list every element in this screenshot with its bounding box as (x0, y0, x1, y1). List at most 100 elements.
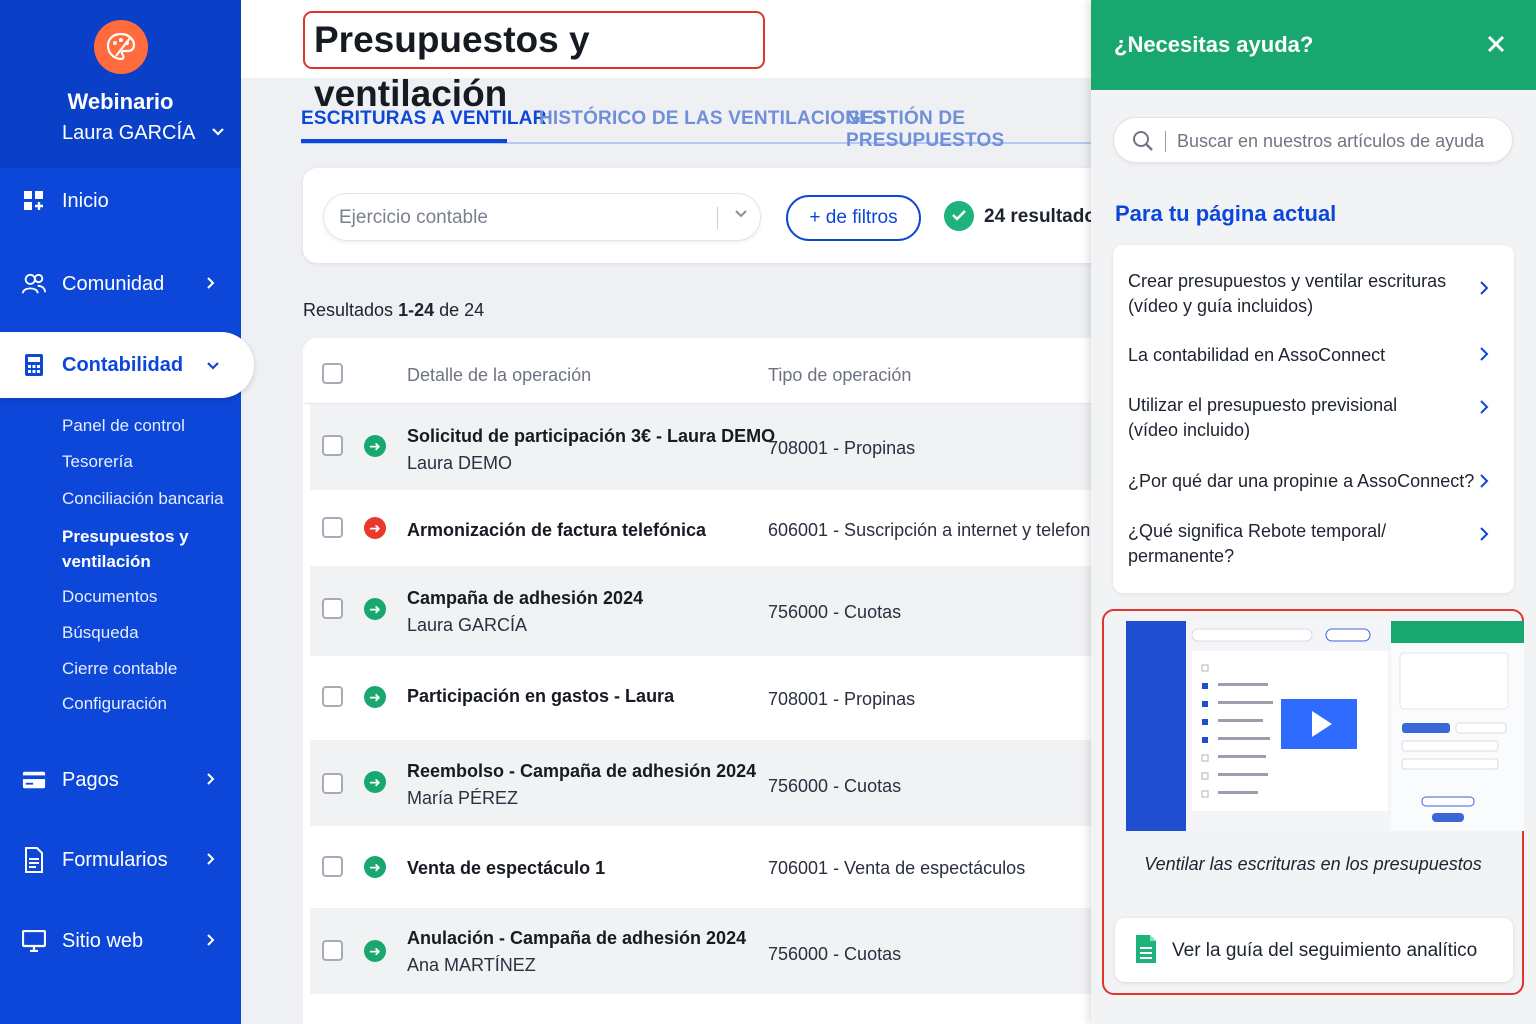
operations-table: Detalle de la operación Tipo de operació… (303, 338, 1091, 1024)
table-row[interactable]: ➜ Anulación - Campaña de adhesión 2024 A… (310, 908, 1091, 994)
income-arrow-icon: ➜ (364, 771, 386, 793)
help-header: ¿Necesitas ayuda? (1091, 0, 1536, 90)
sidebar-item-comunidad[interactable]: Comunidad (0, 251, 241, 317)
help-article-link[interactable]: Utilizar el presupuesto previsional (víd… (1128, 393, 1488, 443)
income-arrow-icon: ➜ (364, 940, 386, 962)
fiscal-year-select[interactable]: Ejercicio contable (323, 193, 761, 241)
article-line1: Crear presupuestos y ventilar escrituras (1128, 271, 1447, 291)
income-arrow-icon: ➜ (364, 598, 386, 620)
article-line1: ¿Qué significa Rebote temporal/ (1128, 521, 1387, 541)
row-checkbox[interactable] (322, 773, 343, 794)
chevron-right-icon[interactable] (1479, 526, 1489, 547)
chevron-down-icon[interactable] (211, 124, 225, 142)
income-arrow-icon: ➜ (364, 435, 386, 457)
chevron-right-icon (206, 274, 216, 295)
article-line2: permanente? (1128, 546, 1235, 566)
chevron-right-icon[interactable] (1479, 280, 1489, 301)
table-row[interactable]: ➜ Campaña de adhesión 2024 Laura GARCÍA … (310, 566, 1091, 656)
sidebar-item-sitio-web[interactable]: Sitio web (0, 908, 241, 974)
sidebar-item-contabilidad[interactable]: Contabilidad (0, 332, 254, 398)
select-all-checkbox[interactable] (322, 363, 343, 384)
column-header-detalle[interactable]: Detalle de la operación (407, 365, 591, 386)
fiscal-year-placeholder: Ejercicio contable (339, 207, 488, 228)
chevron-right-icon[interactable] (1479, 399, 1489, 420)
tab-gestion-presupuestos[interactable]: GESTIÓN DE PRESUPUESTOS (846, 108, 1091, 152)
spreadsheet-icon (1135, 934, 1157, 969)
subnav-conciliacion-bancaria[interactable]: Conciliación bancaria (62, 489, 224, 509)
help-search-input[interactable]: Buscar en nuestros artículos de ayuda (1113, 117, 1513, 163)
close-icon[interactable] (1487, 30, 1505, 58)
more-filters-button[interactable]: + de filtros (786, 195, 921, 241)
table-header: Detalle de la operación Tipo de operació… (303, 338, 1091, 404)
sidebar-header[interactable]: Webinario Laura GARCÍA (0, 0, 241, 168)
check-circle-icon (944, 201, 974, 231)
column-header-tipo[interactable]: Tipo de operación (768, 365, 911, 386)
help-panel: ¿Necesitas ayuda? Buscar en nuestros art… (1091, 0, 1536, 1024)
help-section-title: Para tu página actual (1115, 201, 1337, 226)
help-article-link[interactable]: Crear presupuestos y ventilar escrituras… (1128, 269, 1488, 319)
help-articles-list: Crear presupuestos y ventilar escrituras… (1113, 245, 1514, 593)
table-row[interactable]: ➜ Reembolso - Campaña de adhesión 2024 M… (310, 740, 1091, 826)
results-range-suffix: de 24 (439, 300, 485, 320)
chevron-down-icon (206, 355, 220, 376)
operation-subtitle: María PÉREZ (407, 788, 519, 808)
sidebar: Webinario Laura GARCÍA Inicio Comunidad … (0, 0, 254, 1024)
help-article-link[interactable]: ¿Qué significa Rebote temporal/ permanen… (1128, 519, 1488, 569)
subnav-configuracion[interactable]: Configuración (62, 694, 167, 714)
tab-escrituras-a-ventilar[interactable]: ESCRITURAS A VENTILAR (301, 108, 547, 130)
row-checkbox[interactable] (322, 435, 343, 456)
tab-historico-ventilaciones[interactable]: HISTÓRICO DE LAS VENTILACIONES (539, 108, 885, 130)
sidebar-item-inicio[interactable]: Inicio (0, 168, 241, 234)
chevron-right-icon[interactable] (1479, 473, 1489, 494)
calculator-icon (22, 353, 46, 377)
operation-subtitle: Laura GARCÍA (407, 615, 528, 635)
income-arrow-icon: ➜ (364, 686, 386, 708)
active-tab-indicator (301, 139, 507, 143)
operation-subtitle: Laura DEMO (407, 453, 513, 473)
subnav-tesoreria[interactable]: Tesorería (62, 452, 133, 472)
chevron-down-icon[interactable] (734, 206, 748, 224)
subnav-presupuestos-y-ventilacion[interactable]: Presupuestos y ventilación (62, 524, 189, 574)
row-checkbox[interactable] (322, 856, 343, 877)
income-arrow-icon: ➜ (364, 856, 386, 878)
analytics-guide-button[interactable]: Ver la guía del seguimiento analítico (1115, 918, 1513, 982)
sidebar-item-formularios[interactable]: Formularios (0, 827, 241, 893)
sidebar-item-label: Inicio (62, 189, 109, 212)
sidebar-item-pagos[interactable]: Pagos (0, 747, 241, 813)
chevron-right-icon (206, 931, 216, 952)
document-icon (22, 847, 46, 873)
video-thumbnail[interactable] (1126, 621, 1524, 831)
sidebar-item-label: Comunidad (62, 272, 165, 295)
subnav-documentos[interactable]: Documentos (62, 587, 157, 607)
search-placeholder: Buscar en nuestros artículos de ayuda (1177, 131, 1485, 151)
organization-name: Webinario (67, 89, 174, 114)
table-row[interactable]: ➜ Participación en gastos - Laura 708001… (310, 656, 1091, 740)
chevron-right-icon (206, 770, 216, 791)
monitor-icon (22, 929, 46, 953)
table-row[interactable]: ➜ Solicitud de participación 3€ - Laura … (310, 404, 1091, 490)
subnav-busqueda[interactable]: Búsqueda (62, 623, 139, 643)
operation-title: Armonización de factura telefónica (407, 520, 707, 540)
help-article-link[interactable]: ¿Por qué dar una propinıe a AssoConnect? (1128, 469, 1488, 494)
table-row[interactable]: ➜ Armonización de factura telefónica 606… (310, 490, 1091, 566)
subnav-label-line1: Presupuestos y (62, 527, 189, 546)
operation-title: Solicitud de participación 3€ - Laura DE… (407, 426, 776, 446)
operation-subtitle: Ana MARTÍNEZ (407, 955, 536, 975)
row-checkbox[interactable] (322, 598, 343, 619)
results-range: Resultados 1-24 de 24 (303, 300, 484, 321)
main-content: Presupuestos y ventilación ESCRITURAS A … (241, 0, 1091, 1024)
subnav-cierre-contable[interactable]: Cierre contable (62, 659, 177, 679)
row-checkbox[interactable] (322, 686, 343, 707)
help-article-link[interactable]: La contabilidad en AssoConnect (1128, 343, 1488, 368)
chevron-right-icon[interactable] (1479, 346, 1489, 367)
expense-arrow-icon: ➜ (364, 517, 386, 539)
operation-type: 756000 - Cuotas (768, 602, 902, 622)
sidebar-item-label: Sitio web (62, 929, 144, 952)
palette-logo-icon (94, 20, 148, 74)
table-row[interactable]: ➜ Venta de espectáculo 1 706001 - Venta … (310, 826, 1091, 908)
row-checkbox[interactable] (322, 940, 343, 961)
sidebar-item-label: Pagos (62, 768, 119, 791)
row-checkbox[interactable] (322, 517, 343, 538)
subnav-panel-de-control[interactable]: Panel de control (62, 416, 185, 436)
article-line2: (vídeo y guía incluidos) (1128, 296, 1314, 316)
